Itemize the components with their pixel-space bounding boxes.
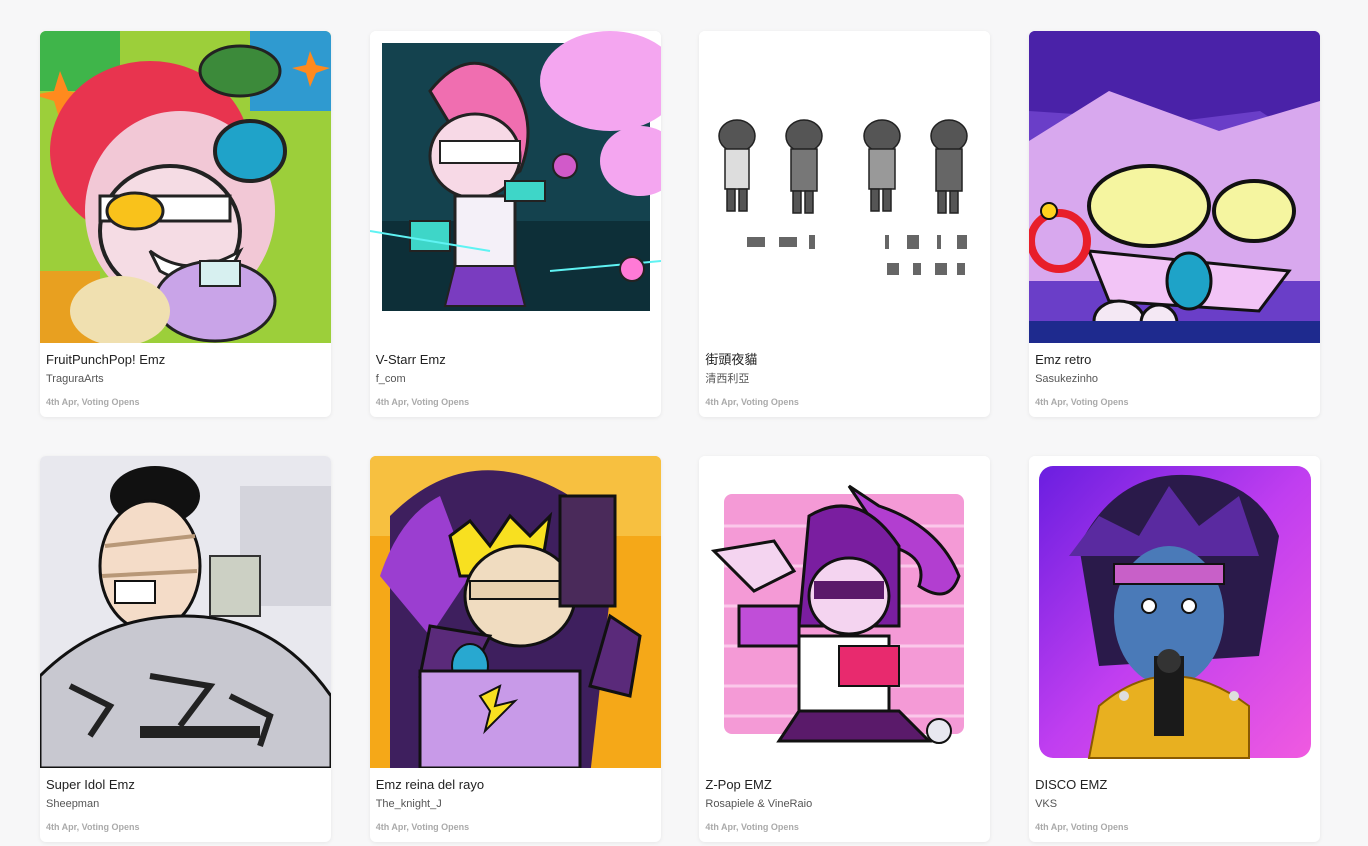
- entry-status: 4th Apr, Voting Opens: [705, 397, 799, 407]
- entry-artwork[interactable]: [369, 456, 661, 768]
- entry-artwork[interactable]: [40, 31, 331, 343]
- entry-title[interactable]: 街頭夜貓: [705, 352, 984, 368]
- entry-author[interactable]: The_knight_J: [376, 797, 655, 811]
- entry-author[interactable]: 清西利亞: [705, 372, 984, 386]
- entry-artwork[interactable]: [699, 456, 991, 768]
- entry-title[interactable]: V-Starr Emz: [376, 352, 655, 368]
- entry-author[interactable]: Sasukezinho: [1035, 372, 1314, 386]
- entry-artwork[interactable]: [40, 456, 331, 768]
- entry-author[interactable]: Rosapiele & VineRaio: [705, 797, 984, 811]
- entry-card-reina-del-rayo[interactable]: Emz reina del rayo The_knight_J 4th Apr,…: [369, 456, 661, 842]
- entry-title[interactable]: Z-Pop EMZ: [705, 777, 984, 793]
- entry-status: 4th Apr, Voting Opens: [1035, 822, 1129, 832]
- entry-status: 4th Apr, Voting Opens: [375, 397, 470, 407]
- entry-title[interactable]: Emz retro: [1035, 352, 1314, 368]
- entry-author[interactable]: f_com: [376, 372, 655, 386]
- entries-grid: FruitPunchPop! Emz TraguraArts 4th Apr, …: [40, 31, 1321, 842]
- entry-card-super-idol[interactable]: Super Idol Emz Sheepman 4th Apr, Voting …: [40, 456, 331, 842]
- entry-artwork[interactable]: [699, 31, 991, 343]
- entry-author[interactable]: TraguraArts: [46, 372, 325, 386]
- entry-card-z-pop[interactable]: Z-Pop EMZ Rosapiele & VineRaio 4th Apr, …: [699, 456, 991, 842]
- entry-artwork[interactable]: [369, 31, 661, 343]
- entry-card-disco[interactable]: DISCO EMZ VKS 4th Apr, Voting Opens: [1029, 456, 1321, 842]
- entry-title[interactable]: DISCO EMZ: [1035, 777, 1314, 793]
- entry-status: 4th Apr, Voting Opens: [1035, 397, 1129, 407]
- entry-title[interactable]: Emz reina del rayo: [376, 777, 655, 793]
- entry-status: 4th Apr, Voting Opens: [46, 397, 140, 407]
- entry-title[interactable]: Super Idol Emz: [46, 777, 325, 793]
- entry-card-fruitpunchpop[interactable]: FruitPunchPop! Emz TraguraArts 4th Apr, …: [40, 31, 331, 417]
- entry-card-v-starr[interactable]: V-Starr Emz f_com 4th Apr, Voting Opens: [369, 31, 661, 417]
- entry-artwork[interactable]: [1029, 31, 1321, 343]
- entry-title[interactable]: FruitPunchPop! Emz: [46, 352, 325, 368]
- entry-status: 4th Apr, Voting Opens: [375, 822, 470, 832]
- entry-artwork[interactable]: [1029, 456, 1321, 768]
- entry-card-street-cat[interactable]: 街頭夜貓 清西利亞 4th Apr, Voting Opens: [699, 31, 991, 417]
- entry-status: 4th Apr, Voting Opens: [46, 822, 140, 832]
- entry-card-emz-retro[interactable]: Emz retro Sasukezinho 4th Apr, Voting Op…: [1029, 31, 1321, 417]
- entry-author[interactable]: VKS: [1035, 797, 1314, 811]
- entry-author[interactable]: Sheepman: [46, 797, 325, 811]
- entry-status: 4th Apr, Voting Opens: [705, 822, 799, 832]
